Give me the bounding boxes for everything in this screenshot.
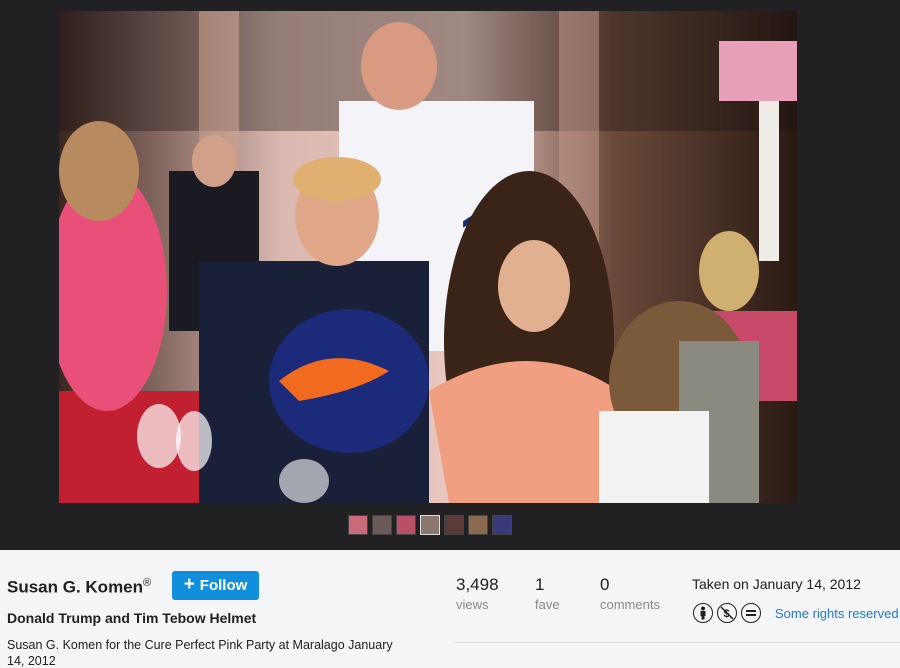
attribution-icon: [693, 603, 713, 623]
owner-name[interactable]: Susan G. Komen®: [7, 577, 151, 598]
photostream-thumbnails: [348, 515, 512, 535]
thumbnail[interactable]: [468, 515, 488, 535]
comments-stat[interactable]: 0 comments: [600, 575, 660, 612]
comments-label: comments: [600, 597, 660, 612]
thumbnail[interactable]: [492, 515, 512, 535]
noncommercial-icon: $: [717, 603, 737, 623]
photo-viewer: 15: [0, 0, 900, 550]
views-stat: 3,498 views: [456, 575, 499, 612]
plus-icon: +: [183, 574, 195, 595]
photo-title: Donald Trump and Tim Tebow Helmet: [7, 610, 257, 626]
registered-mark: ®: [143, 577, 152, 589]
photo-image: 15: [59, 11, 797, 503]
views-count: 3,498: [456, 575, 499, 594]
thumbnail[interactable]: [372, 515, 392, 535]
faves-label: fave: [535, 597, 560, 612]
license-info: $ Some rights reserved: [693, 603, 899, 623]
rights-link[interactable]: Some rights reserved: [775, 606, 899, 621]
faves-stat[interactable]: 1 fave: [535, 575, 560, 612]
photo-description: Susan G. Komen for the Cure Perfect Pink…: [7, 638, 393, 668]
photo-info-panel: Susan G. Komen® + Follow Donald Trump an…: [0, 550, 900, 668]
date-taken[interactable]: Taken on January 14, 2012: [692, 576, 861, 592]
noderivs-icon: [741, 603, 761, 623]
owner-name-text[interactable]: Susan G. Komen: [7, 578, 143, 597]
views-label: views: [456, 597, 489, 612]
divider: [455, 642, 900, 643]
thumbnail-current[interactable]: [420, 515, 440, 535]
follow-button[interactable]: + Follow: [172, 571, 259, 600]
faves-count: 1: [535, 575, 545, 594]
photo-main[interactable]: 15: [59, 11, 797, 503]
thumbnail[interactable]: [396, 515, 416, 535]
follow-label: Follow: [199, 577, 248, 594]
thumbnail[interactable]: [348, 515, 368, 535]
thumbnail[interactable]: [444, 515, 464, 535]
comments-count: 0: [600, 575, 610, 594]
